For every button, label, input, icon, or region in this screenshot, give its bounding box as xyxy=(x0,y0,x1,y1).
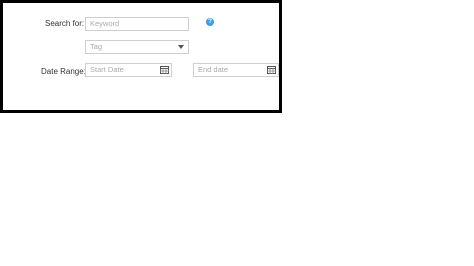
start-date-input[interactable] xyxy=(90,64,157,76)
search-for-label: Search for: xyxy=(45,19,85,28)
help-icon[interactable]: ? xyxy=(206,18,214,26)
start-date-field[interactable] xyxy=(85,63,172,77)
keyword-input-field[interactable] xyxy=(85,17,189,31)
chevron-down-icon xyxy=(178,45,184,49)
tag-select[interactable]: Tag xyxy=(85,40,189,54)
keyword-input[interactable] xyxy=(90,18,174,30)
calendar-icon[interactable] xyxy=(267,66,276,74)
end-date-field[interactable] xyxy=(193,63,279,77)
end-date-input[interactable] xyxy=(198,64,264,76)
date-range-label: Date Range: xyxy=(41,67,86,76)
tag-placeholder: Tag xyxy=(90,42,103,51)
calendar-icon[interactable] xyxy=(160,66,169,74)
search-filter-panel: Search for: ? Tag Date Range: xyxy=(0,0,282,113)
